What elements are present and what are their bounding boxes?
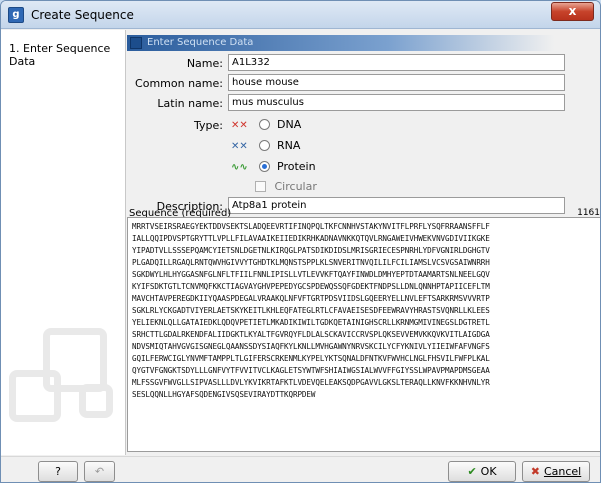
protein-radio[interactable] — [258, 161, 270, 172]
common-name-field[interactable]: house mouse — [228, 74, 565, 91]
checkmark-icon: ✔ — [467, 465, 477, 478]
create-sequence-dialog: g Create Sequence x 1. Enter Sequence Da… — [0, 0, 601, 483]
circular-checkbox[interactable] — [255, 181, 266, 192]
close-button[interactable]: x — [551, 2, 594, 21]
section-header: Enter Sequence Data — [127, 35, 600, 51]
protein-icon: ∿∿ — [231, 162, 248, 173]
wizard-steps-panel: 1. Enter Sequence Data — [1, 30, 126, 455]
watermark-logo — [9, 328, 119, 438]
section-title: Enter Sequence Data — [147, 37, 254, 48]
cancel-button[interactable]: ✖ Cancel — [522, 461, 590, 482]
back-button[interactable]: ↶ — [84, 461, 115, 482]
dna-icon: ✕✕ — [231, 120, 248, 131]
sequence-textarea[interactable]: MRRTVSEIRSRAEGYEKTDDVSEKTSLADQEEVRTIFINQ… — [127, 217, 600, 452]
latin-name-field[interactable]: mus musculus — [228, 94, 565, 111]
back-arrow-icon: ↶ — [94, 465, 105, 478]
circular-option[interactable]: Circular — [255, 180, 317, 193]
rna-icon: ✕✕ — [231, 141, 248, 152]
cancel-label: Cancel — [543, 465, 582, 478]
rna-label: RNA — [277, 139, 301, 152]
type-option-protein[interactable]: ∿∿ Protein — [231, 160, 316, 173]
section-header-icon — [130, 37, 142, 49]
dna-label: DNA — [277, 118, 302, 131]
sequence-text: MRRTVSEIRSRAEGYEKTDDVSEKTSLADQEEVRTIFINQ… — [132, 222, 490, 399]
protein-label: Protein — [277, 160, 316, 173]
help-button[interactable]: ? — [38, 461, 78, 482]
latin-name-label: Latin name: — [157, 97, 223, 110]
circular-label: Circular — [274, 180, 317, 193]
common-name-label: Common name: — [135, 77, 223, 90]
description-field[interactable]: Atp8a1 protein — [228, 197, 565, 214]
title-bar: g Create Sequence x — [1, 1, 600, 29]
main-panel: Enter Sequence Data Name: A1L332 Common … — [127, 30, 600, 455]
question-icon: ? — [55, 465, 61, 478]
bottom-button-bar: ? ↶ ✔ OK ✖ Cancel — [1, 456, 600, 482]
dna-radio[interactable] — [258, 119, 270, 130]
type-label: Type: — [194, 119, 223, 132]
type-option-rna[interactable]: ✕✕ RNA — [231, 139, 300, 152]
ok-label: OK — [480, 465, 497, 478]
cross-icon: ✖ — [530, 465, 540, 478]
name-label: Name: — [186, 57, 223, 70]
app-icon: g — [8, 7, 24, 23]
name-field[interactable]: A1L332 — [228, 54, 565, 71]
ok-button[interactable]: ✔ OK — [448, 461, 516, 482]
rna-radio[interactable] — [258, 140, 270, 151]
type-option-dna[interactable]: ✕✕ DNA — [231, 118, 301, 131]
window-title: Create Sequence — [31, 8, 134, 22]
